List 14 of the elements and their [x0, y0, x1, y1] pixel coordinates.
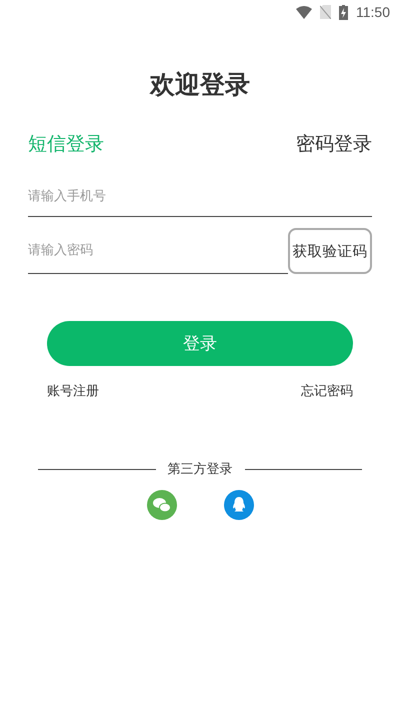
phone-input-field[interactable]: 请输入手机号: [28, 177, 372, 217]
third-party-label: 第三方登录: [168, 461, 232, 478]
register-link[interactable]: 账号注册: [47, 382, 99, 400]
penguin-icon[interactable]: [224, 490, 254, 520]
wifi-icon: [296, 6, 312, 18]
battery-charging-icon: [339, 4, 348, 20]
no-sim-icon: [320, 5, 331, 19]
forgot-password-link[interactable]: 忘记密码: [301, 382, 353, 400]
get-code-button[interactable]: 获取验证码: [288, 228, 372, 274]
clock-time: 11:50: [356, 4, 390, 20]
password-input-field[interactable]: 请输入密码: [28, 228, 288, 274]
page-title: 欢迎登录: [148, 69, 251, 101]
login-tab[interactable]: 密码登录: [296, 131, 372, 157]
chat-bubbles-icon[interactable]: [146, 490, 176, 520]
